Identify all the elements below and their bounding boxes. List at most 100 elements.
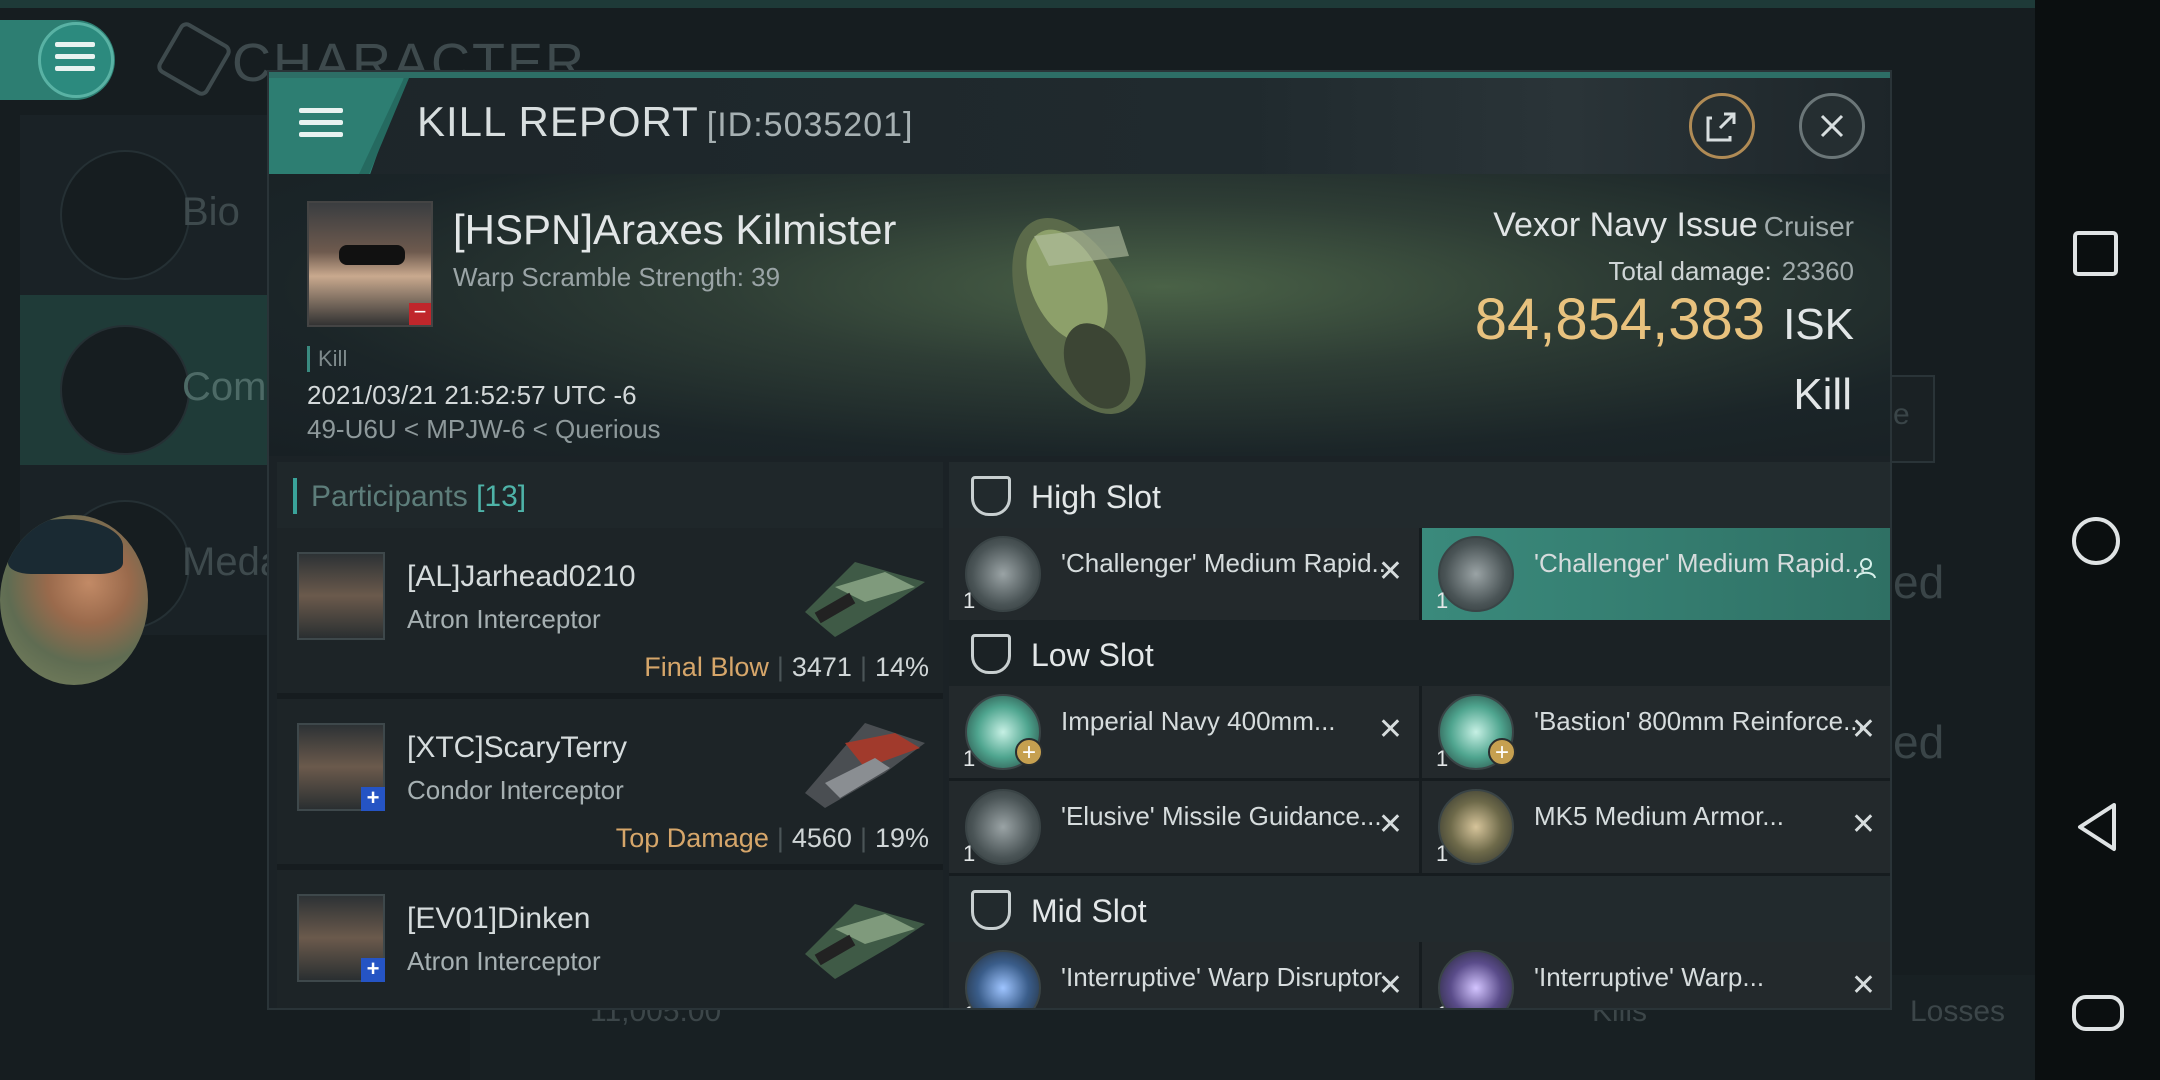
destroyed-icon: ✕ [1850,808,1876,841]
slot-item-name: 'Bastion' 800mm Reinforce... [1534,706,1864,736]
slot-header-label: Low Slot [1031,637,1154,673]
friendly-standing-icon: + [361,787,385,811]
participant-percent: 19% [874,823,929,853]
participant-name: [XTC]ScaryTerry [407,731,628,764]
participants-header: Participants [13] [277,462,943,528]
low-slot-icon [971,634,1011,674]
participant-ship: Atron Interceptor [407,604,601,634]
destroyed-icon: ✕ [1377,555,1403,588]
ship-name[interactable]: Vexor Navy Issue Cruiser [1493,206,1854,245]
ship-class: Cruiser [1763,211,1854,242]
slot-item[interactable]: 1 'Challenger' Medium Rapid... ✕ [949,528,1419,620]
top-line [0,0,2035,8]
background-fragment: ed [1893,556,1945,608]
slot-item[interactable]: 1 MK5 Medium Armor... ✕ [1422,781,1890,873]
participant-avatar: + [297,894,385,982]
condor-ship-image [805,723,925,808]
share-button[interactable] [1689,93,1755,159]
participant-row[interactable]: + [XTC]ScaryTerry Condor Interceptor Top… [277,699,943,867]
atron-ship-image [805,904,925,979]
share-icon [1706,112,1736,142]
warp-scramble-strength: Warp Scramble Strength: 39 [453,262,781,292]
fitting-panel: High Slot 1 'Challenger' Medium Rapid...… [949,462,1890,1008]
slot-item-name: 'Interruptive' Warp Disruptor [1061,962,1383,992]
participant-row[interactable]: + [EV01]Dinken Atron Interceptor [277,870,943,1008]
slot-item[interactable]: 1 'Interruptive' Warp Disruptor ✕ [949,942,1419,1008]
armor-repairer-icon [1438,789,1514,865]
slot-item[interactable]: 1 'Elusive' Missile Guidance... ✕ [949,781,1419,873]
result-label: Kill [1793,370,1852,419]
participants-label: Participants [311,480,468,513]
streamer-camera [0,515,148,685]
slot-item-name: MK5 Medium Armor... [1534,801,1784,831]
back-icon[interactable] [2074,801,2120,853]
destroyed-icon: ✕ [1377,713,1403,746]
slot-item[interactable]: 1 'Interruptive' Warp... ✕ [1422,942,1890,1008]
slot-header-label: High Slot [1031,479,1161,515]
slot-qty: 1 [1436,746,1449,771]
participant-ship: Condor Interceptor [407,775,624,805]
background-losses-label: Losses [1910,995,2006,1028]
kill-id: [ID:5035201] [706,106,914,144]
slot-qty: 1 [963,1002,975,1008]
participant-row[interactable]: [AL]Jarhead0210 Atron Interceptor Final … [277,528,943,696]
gamepad-icon[interactable] [2072,995,2124,1031]
participant-avatar [297,552,385,640]
victim-ship-image[interactable] [979,196,1179,446]
slot-item[interactable]: 1 'Challenger' Medium Rapid... [1422,528,1890,620]
slot-item[interactable]: + 1 Imperial Navy 400mm... ✕ [949,686,1419,778]
total-damage-label: Total damage: [1608,256,1772,286]
sidebar-item-combat[interactable]: Com [20,295,275,465]
destroyed-icon: ✕ [1850,713,1876,746]
kill-location[interactable]: 49-U6U < MPJW-6 < Querious [307,414,661,445]
sidebar-item-bio[interactable]: Bio [20,120,275,290]
character-icon [154,19,234,99]
slot-qty: 1 [1436,841,1449,866]
background-fragment: e [1893,398,1910,431]
modal-title-text: KILL REPORT [417,98,699,145]
participant-avatar: + [297,723,385,811]
slot-qty: 1 [963,841,976,866]
participants-title: Participants [13] [311,480,526,514]
warp-disruptor-icon [965,950,1041,1008]
participant-name: [EV01]Dinken [407,902,591,935]
warp-scrambler-icon [1438,950,1514,1008]
slot-header-label: Mid Slot [1031,893,1147,929]
participant-damage: 4560 [791,823,852,853]
turret-icon [1438,536,1514,612]
mid-slot-icon [971,890,1011,930]
total-damage-value: 23360 [1781,256,1854,286]
high-slot-header: High Slot [949,462,1890,528]
modal-menu-icon [299,108,343,144]
slot-qty: 1 [963,746,976,771]
close-button[interactable] [1799,93,1865,159]
victim-name[interactable]: [HSPN]Araxes Kilmister [453,206,896,254]
kill-summary: − [HSPN]Araxes Kilmister Warp Scramble S… [269,174,1890,456]
slot-item-name: 'Interruptive' Warp... [1534,962,1765,992]
low-slot-header: Low Slot [949,620,1890,686]
screen: CHARACTER ✕ Bio Com Meda e ed ed 11,005.… [0,0,2160,1080]
menu-icon [55,42,95,78]
turret-icon [965,536,1041,612]
sidebar-item-label: Com [182,365,267,409]
kill-tag: Kill [307,346,347,372]
portrait-glasses [339,245,405,265]
hat-shape [8,519,123,574]
armor-plate-icon: + [1438,694,1516,770]
slot-qty: 1 [1436,588,1449,613]
participant-damage: 3471 [791,652,852,682]
recents-icon[interactable] [2073,231,2118,276]
slot-item[interactable]: + 1 'Bastion' 800mm Reinforce... ✕ [1422,686,1890,778]
destroyed-icon: ✕ [1377,969,1403,1002]
participants-panel: Participants [13] [AL]Jarhead0210 Atron … [277,462,943,1008]
victim-portrait[interactable]: − [307,201,433,327]
slot-qty: 1 [1436,1002,1448,1008]
dropped-icon [1856,558,1876,579]
plus-badge-icon: + [1015,738,1043,766]
main-menu-button[interactable] [0,20,115,100]
home-icon[interactable] [2072,517,2120,565]
missile-guidance-icon [965,789,1041,865]
isk-value: 84,854,383 ISK [1475,286,1854,353]
high-slot-icon [971,476,1011,516]
destroyed-icon: ✕ [1850,969,1876,1002]
